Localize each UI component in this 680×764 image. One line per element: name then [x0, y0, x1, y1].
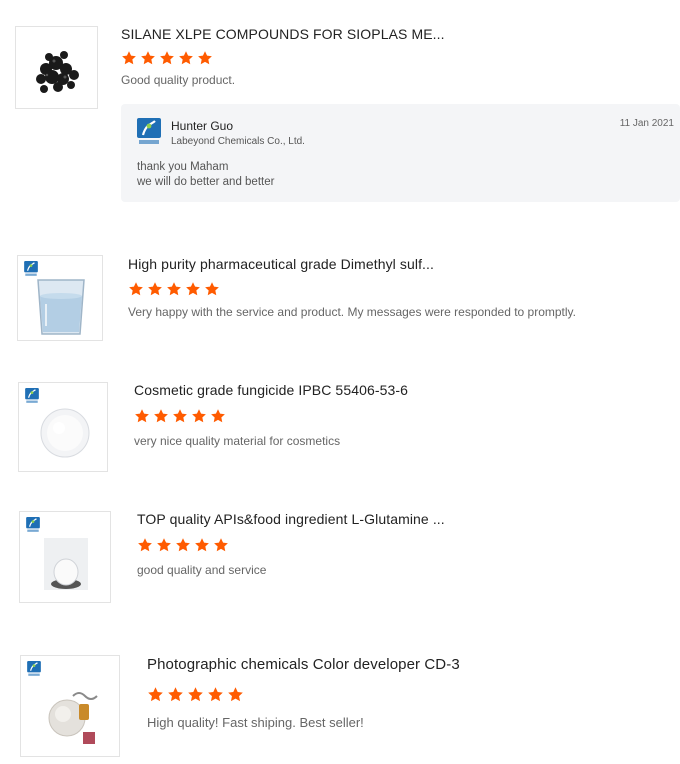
star-icon: [185, 281, 201, 297]
star-icon: [191, 408, 207, 424]
star-icon: [137, 537, 153, 553]
reply-message-line: we will do better and better: [137, 176, 275, 188]
reply-company: Labeyond Chemicals Co., Ltd.: [171, 136, 305, 147]
star-icon: [140, 50, 156, 66]
star-icon: [147, 281, 163, 297]
star-icon: [134, 408, 150, 424]
reply-date: 11 Jan 2021: [619, 118, 674, 129]
rating-stars: [147, 686, 244, 703]
rating-stars: [134, 408, 226, 424]
star-icon: [147, 686, 164, 703]
product-title[interactable]: SILANE XLPE COMPOUNDS FOR SIOPLAS ME...: [121, 26, 445, 42]
star-icon: [187, 686, 204, 703]
company-logo-icon: [137, 118, 161, 146]
star-icon: [167, 686, 184, 703]
product-title[interactable]: High purity pharmaceutical grade Dimethy…: [128, 256, 434, 272]
review-comment: Very happy with the service and product.…: [128, 305, 577, 319]
star-icon: [227, 686, 244, 703]
star-icon: [178, 50, 194, 66]
star-icon: [207, 686, 224, 703]
star-icon: [175, 537, 191, 553]
brand-logo-icon: [27, 661, 41, 677]
product-thumbnail[interactable]: [18, 382, 108, 472]
brand-logo-icon: [25, 388, 39, 404]
star-icon: [204, 281, 220, 297]
star-icon: [166, 281, 182, 297]
rating-stars: [128, 281, 220, 297]
star-icon: [153, 408, 169, 424]
review-comment: good quality and service: [137, 563, 267, 577]
product-thumbnail[interactable]: [19, 511, 111, 603]
black-pellets-image: [36, 51, 79, 93]
rating-stars: [137, 537, 229, 553]
star-icon: [210, 408, 226, 424]
product-thumbnail[interactable]: [15, 26, 98, 109]
product-thumbnail[interactable]: [17, 255, 103, 341]
brand-logo-icon: [24, 261, 38, 277]
review-comment: Good quality product.: [121, 73, 236, 87]
reply-message-line: thank you Maham: [137, 161, 229, 173]
review-comment: High quality! Fast shiping. Best seller!: [147, 715, 364, 730]
product-title[interactable]: Cosmetic grade fungicide IPBC 55406-53-6: [134, 382, 408, 398]
star-icon: [159, 50, 175, 66]
star-icon: [194, 537, 210, 553]
star-icon: [197, 50, 213, 66]
star-icon: [156, 537, 172, 553]
star-icon: [128, 281, 144, 297]
product-title[interactable]: TOP quality APIs&food ingredient L-Gluta…: [137, 511, 445, 527]
brand-logo-icon: [26, 517, 40, 533]
seller-reply: Hunter Guo Labeyond Chemicals Co., Ltd. …: [121, 104, 680, 202]
product-title[interactable]: Photographic chemicals Color developer C…: [147, 656, 460, 673]
reply-author-name: Hunter Guo: [171, 119, 234, 133]
product-thumbnail[interactable]: [20, 655, 120, 757]
star-icon: [121, 50, 137, 66]
star-icon: [213, 537, 229, 553]
star-icon: [172, 408, 188, 424]
review-comment: very nice quality material for cosmetics: [134, 434, 341, 448]
rating-stars: [121, 50, 213, 66]
